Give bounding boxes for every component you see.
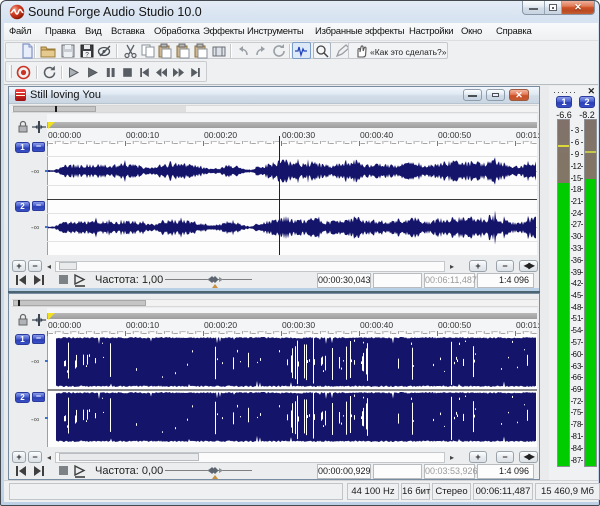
svg-text:?: ? bbox=[85, 52, 89, 59]
